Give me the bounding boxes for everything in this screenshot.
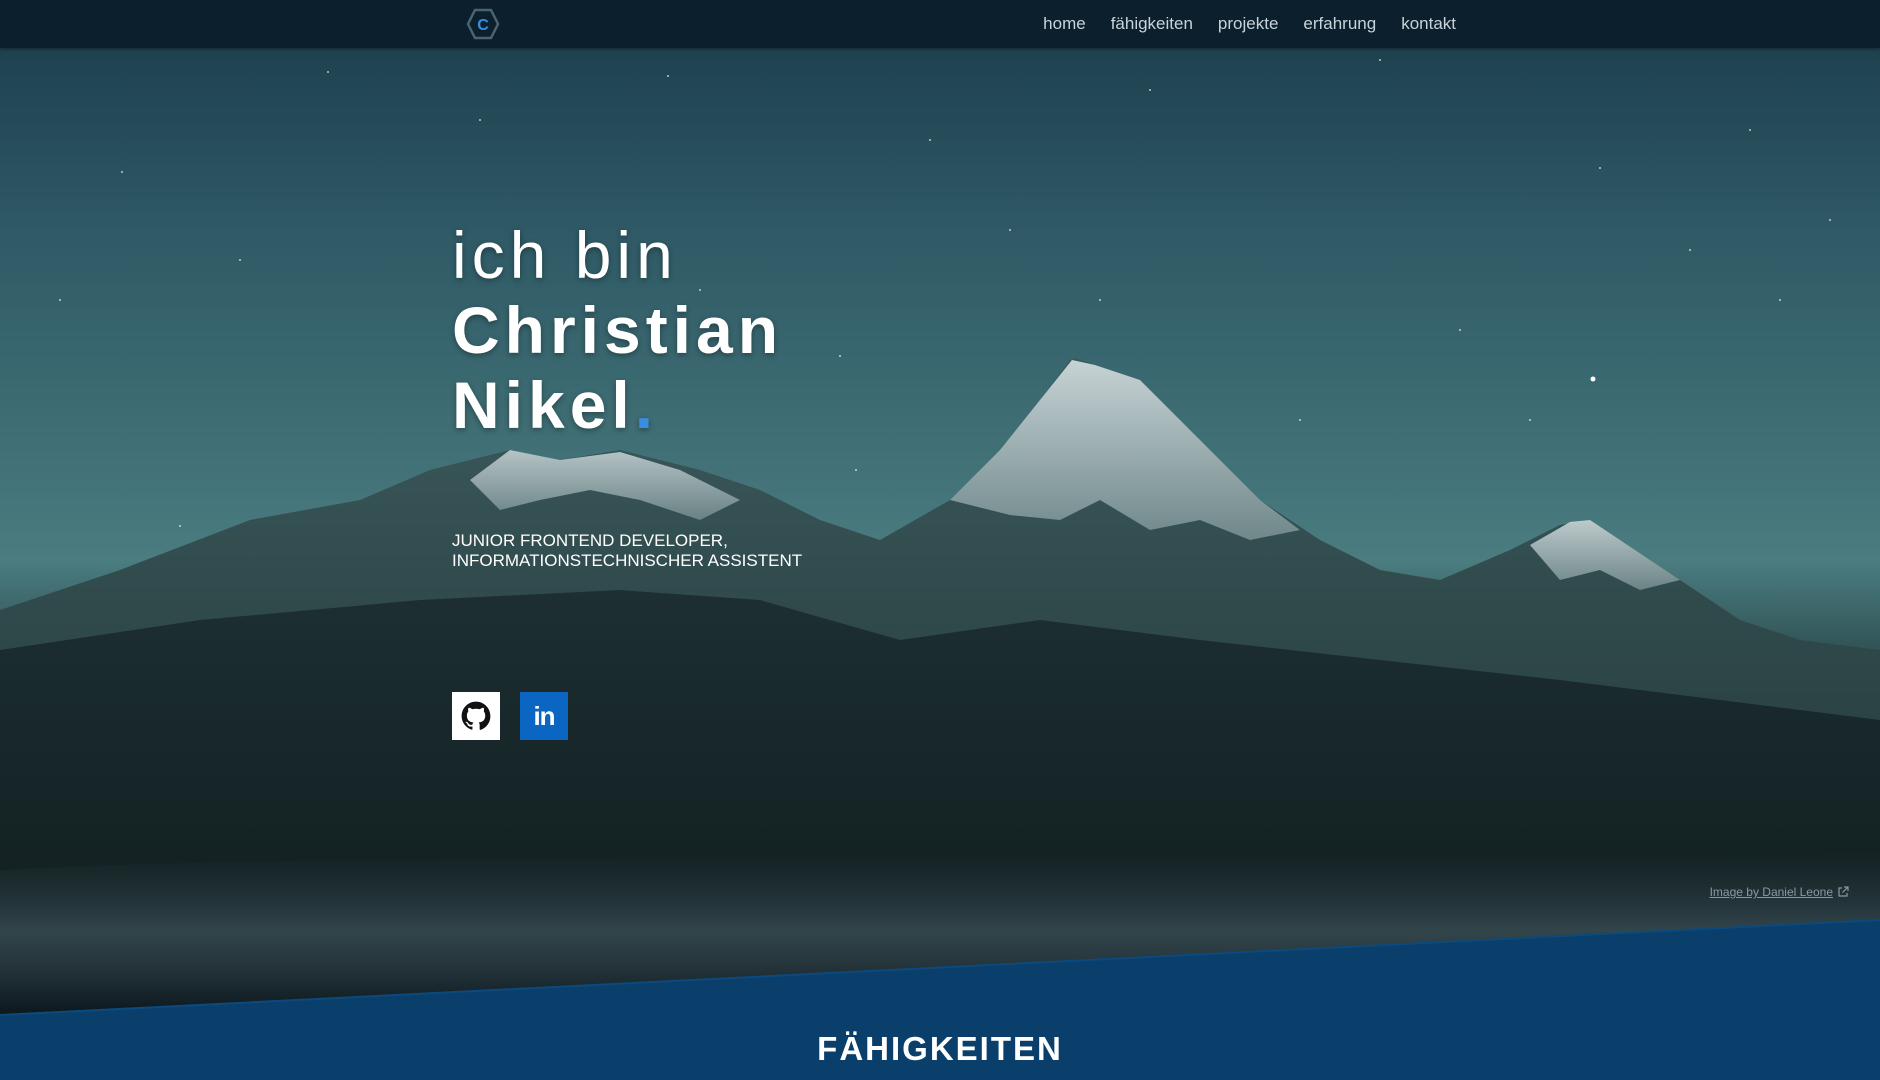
intro-first-name: Christian bbox=[452, 293, 784, 367]
intro-last-name: Nikel bbox=[452, 368, 635, 442]
external-link-icon bbox=[1838, 886, 1849, 897]
nav-link-experience[interactable]: erfahrung bbox=[1303, 14, 1376, 34]
nav-link-home[interactable]: home bbox=[1043, 14, 1086, 34]
linkedin-button[interactable]: in bbox=[520, 692, 568, 740]
accent-dot: . bbox=[634, 368, 659, 442]
nav-links: home fähigkeiten projekte erfahrung kont… bbox=[1043, 0, 1456, 48]
mountain-landscape bbox=[0, 59, 1880, 1080]
page: C home fähigkeiten projekte erfahrung ko… bbox=[0, 0, 1880, 1080]
top-navbar: C home fähigkeiten projekte erfahrung ko… bbox=[0, 0, 1880, 48]
nav-link-contact[interactable]: kontakt bbox=[1401, 14, 1456, 34]
logo-letter: C bbox=[477, 17, 489, 34]
logo-icon[interactable]: C bbox=[466, 8, 500, 40]
subtitle-role: JUNIOR FRONTEND DEVELOPER, bbox=[452, 531, 728, 550]
skills-section-title: FÄHIGKEITEN bbox=[817, 1030, 1063, 1067]
github-button[interactable] bbox=[452, 692, 500, 740]
linkedin-icon: in bbox=[533, 700, 555, 731]
social-links: in bbox=[452, 692, 568, 740]
image-credit-link[interactable]: Image by Daniel Leone bbox=[1710, 885, 1849, 899]
nav-link-skills[interactable]: fähigkeiten bbox=[1111, 14, 1193, 34]
nav-link-projects[interactable]: projekte bbox=[1218, 14, 1278, 34]
image-credit-text: Image by Daniel Leone bbox=[1709, 885, 1833, 899]
github-icon bbox=[461, 701, 491, 730]
hero-background bbox=[0, 0, 1880, 1080]
intro-greeting: ich bin bbox=[452, 218, 678, 292]
hero-subtitle: JUNIOR FRONTEND DEVELOPER, INFORMATIONST… bbox=[452, 531, 802, 571]
hero-intro: ich bin Christian Nikel. bbox=[452, 218, 783, 443]
intro-last-name-line: Nikel. bbox=[452, 368, 783, 443]
subtitle-qualification: INFORMATIONSTECHNISCHER ASSISTENT bbox=[452, 551, 803, 570]
